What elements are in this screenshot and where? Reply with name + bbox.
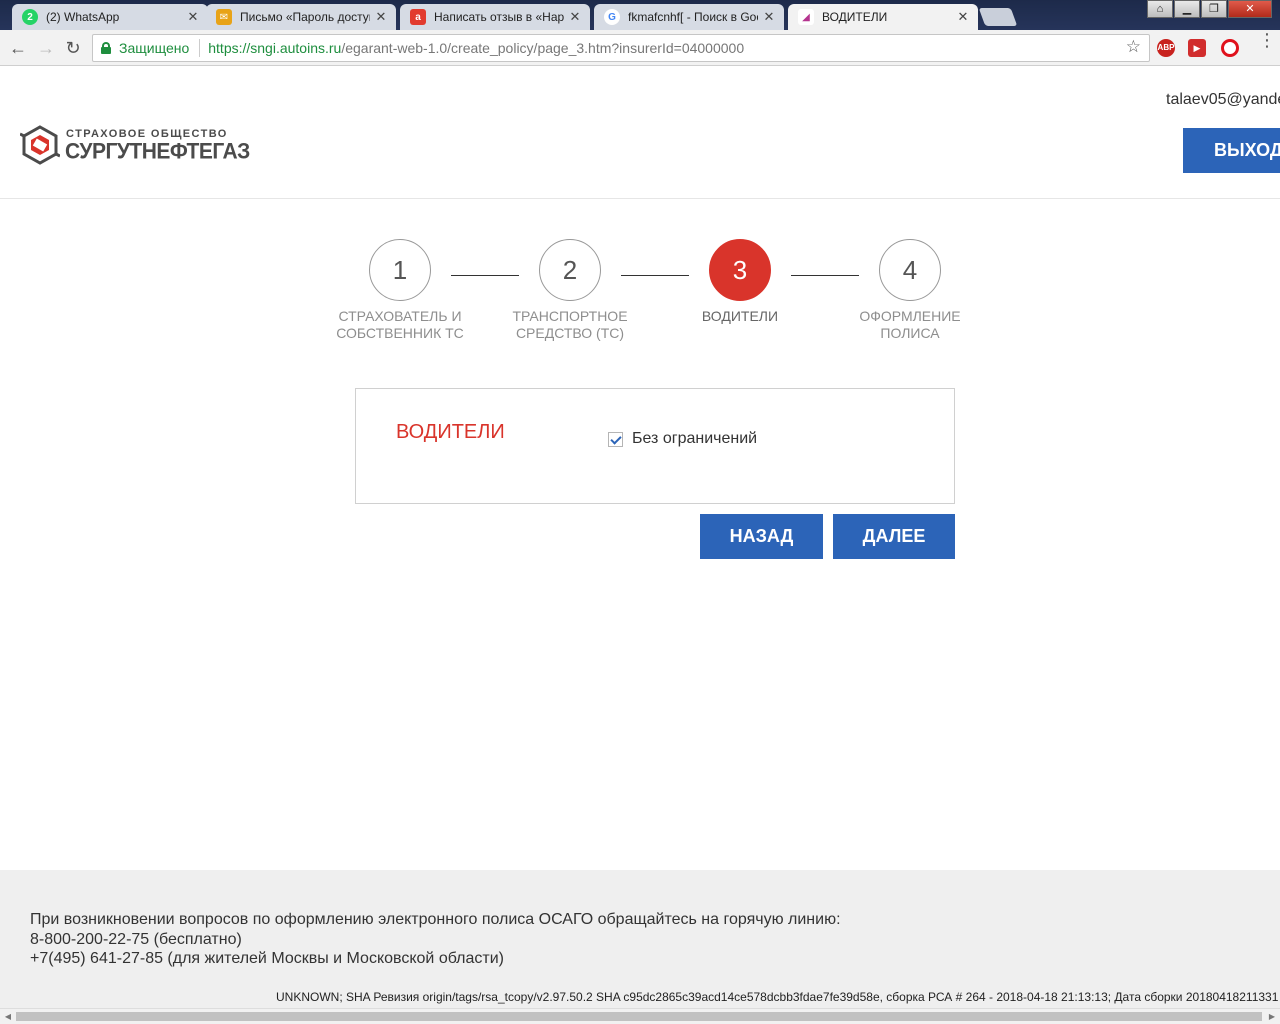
logo-icon bbox=[20, 125, 60, 165]
drivers-title: ВОДИТЕЛИ bbox=[396, 421, 505, 443]
video-extension-icon[interactable]: ▶ bbox=[1188, 39, 1206, 57]
scroll-left-icon[interactable]: ◀ bbox=[2, 1011, 14, 1022]
opera-icon[interactable] bbox=[1221, 39, 1239, 57]
browser-tab[interactable]: 2 (2) WhatsApp ✕ bbox=[12, 4, 208, 30]
adblock-icon[interactable]: ABP bbox=[1157, 39, 1175, 57]
step-connector bbox=[451, 275, 519, 276]
scroll-right-icon[interactable]: ▶ bbox=[1266, 1011, 1278, 1022]
logout-button[interactable]: ВЫХОД bbox=[1183, 128, 1280, 173]
google-icon: G bbox=[604, 9, 620, 25]
close-icon[interactable]: ✕ bbox=[568, 9, 582, 25]
browser-tab[interactable]: G fkmafcnhf[ - Поиск в Goo ✕ bbox=[594, 4, 784, 30]
close-icon[interactable]: ✕ bbox=[956, 9, 970, 25]
step-connector bbox=[791, 275, 859, 276]
user-icon[interactable]: ⌂ bbox=[1147, 0, 1173, 18]
browser-toolbar: ← → ↻ Защищено https://sngi.autoins.ru/e… bbox=[0, 30, 1280, 66]
site-header: СТРАХОВОЕ ОБЩЕСТВО СУРГУТНЕФТЕГАЗ talaev… bbox=[0, 67, 1280, 199]
minimize-icon[interactable]: ▁ bbox=[1174, 0, 1200, 18]
window-controls: ⌂ ▁ ❐ ✕ bbox=[1146, 0, 1272, 20]
step-number: 3 bbox=[709, 239, 771, 301]
maximize-icon[interactable]: ❐ bbox=[1201, 0, 1227, 18]
close-icon[interactable]: ✕ bbox=[374, 9, 388, 25]
logo-subtitle: СТРАХОВОЕ ОБЩЕСТВО bbox=[66, 128, 228, 140]
drivers-panel: ВОДИТЕЛИ Без ограничений bbox=[355, 388, 955, 504]
scrollbar-thumb[interactable] bbox=[16, 1012, 1262, 1021]
build-info: UNKNOWN; SHA Ревизия origin/tags/rsa_tco… bbox=[276, 990, 1279, 1004]
hotline-info: При возникновении вопросов по оформлению… bbox=[30, 910, 841, 969]
phone-moscow: +7(495) 641-27-85 (для жителей Москвы и … bbox=[30, 950, 504, 967]
whatsapp-icon: 2 bbox=[22, 9, 38, 25]
lock-icon bbox=[101, 42, 111, 54]
close-icon[interactable]: ✕ bbox=[186, 9, 200, 25]
step-number: 2 bbox=[539, 239, 601, 301]
back-button[interactable]: НАЗАД bbox=[700, 514, 823, 559]
step-label: ТРАНСПОРТНОЕ СРЕДСТВО (ТС) bbox=[512, 308, 628, 341]
browser-tab[interactable]: ✉ Письмо «Пароль доступа ✕ bbox=[206, 4, 396, 30]
browser-tab[interactable]: a Написать отзыв в «Нарс ✕ bbox=[400, 4, 590, 30]
address-bar[interactable]: Защищено https://sngi.autoins.ru/egarant… bbox=[92, 34, 1150, 62]
unlimited-drivers-checkbox[interactable] bbox=[608, 432, 623, 447]
step-number: 1 bbox=[369, 239, 431, 301]
step-label: ОФОРМЛЕНИЕ ПОЛИСА bbox=[859, 308, 961, 341]
hotline-text: При возникновении вопросов по оформлению… bbox=[30, 911, 841, 928]
close-icon[interactable]: ✕ bbox=[762, 9, 776, 25]
browser-tab-active[interactable]: ◢ ВОДИТЕЛИ ✕ bbox=[788, 4, 978, 30]
tab-title: Письмо «Пароль доступа bbox=[240, 10, 370, 24]
window-close-icon[interactable]: ✕ bbox=[1228, 0, 1272, 18]
horizontal-scrollbar[interactable]: ◀ ▶ bbox=[0, 1008, 1280, 1024]
browser-tab-strip: 2 (2) WhatsApp ✕ ✉ Письмо «Пароль доступ… bbox=[0, 0, 1280, 30]
user-email: talaev05@yande bbox=[1166, 91, 1280, 108]
tab-title: (2) WhatsApp bbox=[46, 10, 120, 24]
url-host: https://sngi.autoins.ru bbox=[208, 40, 342, 56]
address-separator bbox=[199, 39, 201, 57]
secure-label: Защищено bbox=[119, 40, 190, 56]
step-label: ВОДИТЕЛИ bbox=[701, 308, 779, 324]
tab-title: ВОДИТЕЛИ bbox=[822, 10, 888, 24]
reload-icon[interactable]: ↻ bbox=[63, 38, 83, 58]
review-site-icon: a bbox=[410, 9, 426, 25]
tab-title: Написать отзыв в «Нарс bbox=[434, 10, 564, 24]
tab-title: fkmafcnhf[ - Поиск в Goo bbox=[628, 10, 758, 24]
step-number: 4 bbox=[879, 239, 941, 301]
new-tab-button[interactable] bbox=[978, 8, 1018, 26]
step-connector bbox=[621, 275, 689, 276]
forward-icon[interactable]: → bbox=[36, 38, 56, 58]
mail-icon: ✉ bbox=[216, 9, 232, 25]
star-icon[interactable]: ☆ bbox=[1126, 37, 1141, 57]
unlimited-drivers-label[interactable]: Без ограничений bbox=[632, 430, 757, 448]
logo-title: СУРГУТНЕФТЕГАЗ bbox=[65, 139, 250, 164]
phone-free: 8-800-200-22-75 (бесплатно) bbox=[30, 930, 242, 948]
step-label: СТРАХОВАТЕЛЬ И СОБСТВЕННИК ТС bbox=[336, 308, 464, 341]
menu-icon[interactable]: ⋮ bbox=[1258, 31, 1276, 49]
url-path: /egarant-web-1.0/create_policy/page_3.ht… bbox=[341, 40, 745, 56]
back-icon[interactable]: ← bbox=[8, 38, 28, 58]
site-favicon-icon: ◢ bbox=[798, 9, 814, 25]
company-logo[interactable]: СТРАХОВОЕ ОБЩЕСТВО СУРГУТНЕФТЕГАЗ bbox=[20, 124, 250, 172]
next-button[interactable]: ДАЛЕЕ bbox=[833, 514, 955, 559]
site-footer: При возникновении вопросов по оформлению… bbox=[0, 870, 1280, 1024]
